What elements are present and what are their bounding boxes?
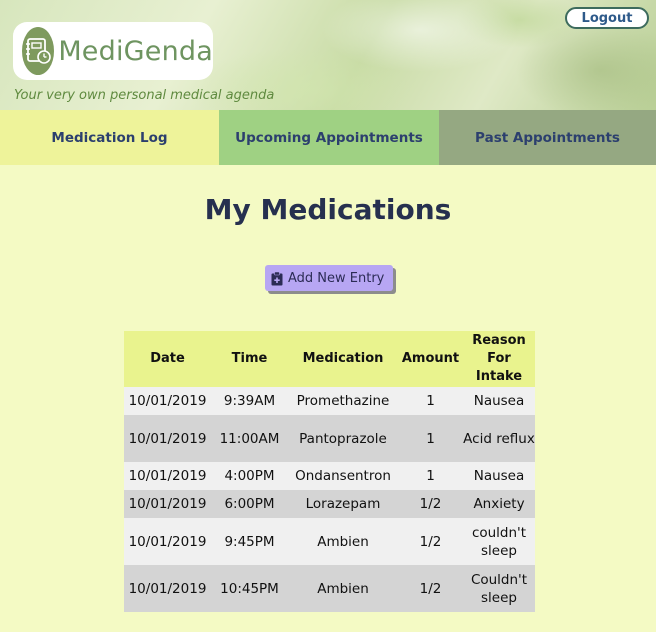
tab-medication-log[interactable]: Medication Log [0,110,219,165]
tab-past-appointments[interactable]: Past Appointments [439,110,656,165]
tab-upcoming-appointments[interactable]: Upcoming Appointments [219,110,439,165]
cell-medication: Pantoprazole [288,415,398,462]
logo: MediGenda [13,22,213,80]
page-title: My Medications [204,193,452,226]
cell-time: 11:00AM [211,415,288,462]
cell-medication: Ambien [288,518,398,565]
add-new-entry-label: Add New Entry [288,270,385,286]
cell-medication: Ondansentron [288,462,398,490]
logout-button[interactable]: Logout [565,7,649,29]
cell-reason: Couldn't sleep [463,565,535,612]
cell-reason: Anxiety [463,490,535,518]
column-header-medication: Medication [288,331,398,387]
cell-time: 9:45PM [211,518,288,565]
cell-medication: Ambien [288,565,398,612]
cell-date: 10/01/2019 [124,518,211,565]
cell-amount: 1 [398,462,463,490]
cell-medication: Promethazine [288,387,398,415]
column-header-time: Time [211,331,288,387]
cell-amount: 1/2 [398,565,463,612]
cell-amount: 1 [398,415,463,462]
cell-reason: couldn't sleep [463,518,535,565]
table-row: 10/01/2019 4:00PM Ondansentron 1 Nausea [124,462,535,490]
cell-amount: 1/2 [398,490,463,518]
notebook-clock-icon [22,27,55,75]
cell-time: 9:39AM [211,387,288,415]
table-row: 10/01/2019 6:00PM Lorazepam 1/2 Anxiety [124,490,535,518]
cell-time: 4:00PM [211,462,288,490]
column-header-reason: Reason For Intake [463,331,535,387]
cell-amount: 1/2 [398,518,463,565]
cell-date: 10/01/2019 [124,387,211,415]
cell-time: 10:45PM [211,565,288,612]
cell-reason: Nausea [463,387,535,415]
header-banner: MediGenda Your very own personal medical… [0,0,656,110]
medications-table: Date Time Medication Amount Reason For I… [124,331,535,612]
cell-reason: Acid reflux [463,415,535,462]
tagline: Your very own personal medical agenda [14,88,275,103]
add-new-entry-button[interactable]: Add New Entry [265,265,393,291]
cell-date: 10/01/2019 [124,490,211,518]
table-row: 10/01/2019 11:00AM Pantoprazole 1 Acid r… [124,415,535,462]
clipboard-plus-icon [271,271,283,286]
brand-name: MediGenda [58,35,213,67]
cell-amount: 1 [398,387,463,415]
main-nav: Medication Log Upcoming Appointments Pas… [0,110,656,165]
cell-time: 6:00PM [211,490,288,518]
table-row: 10/01/2019 9:39AM Promethazine 1 Nausea [124,387,535,415]
table-row: 10/01/2019 10:45PM Ambien 1/2 Couldn't s… [124,565,535,612]
cell-medication: Lorazepam [288,490,398,518]
cell-date: 10/01/2019 [124,565,211,612]
cell-date: 10/01/2019 [124,462,211,490]
table-header-row: Date Time Medication Amount Reason For I… [124,331,535,387]
cell-reason: Nausea [463,462,535,490]
cell-date: 10/01/2019 [124,415,211,462]
column-header-amount: Amount [398,331,463,387]
column-header-date: Date [124,331,211,387]
table-row: 10/01/2019 9:45PM Ambien 1/2 couldn't sl… [124,518,535,565]
